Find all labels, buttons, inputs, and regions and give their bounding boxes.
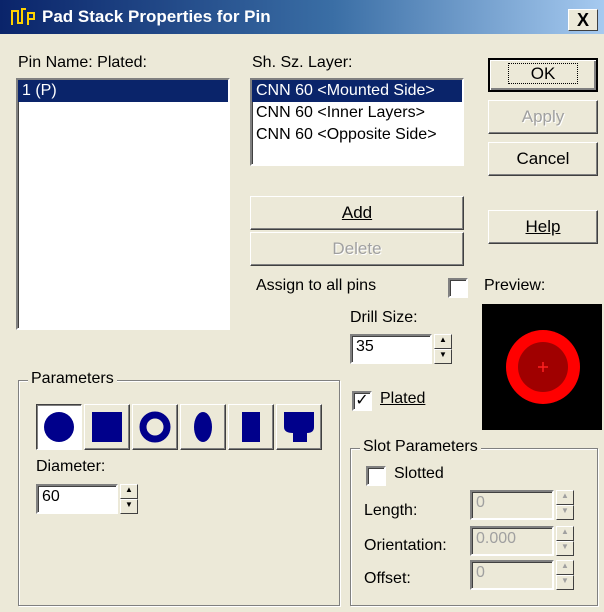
apply-button[interactable]: Apply — [488, 100, 598, 134]
spin-down-icon[interactable]: ▼ — [434, 349, 452, 364]
spin-up-icon[interactable]: ▲ — [556, 526, 574, 541]
parameters-legend: Parameters — [28, 370, 117, 388]
layer-list-header: Sh. Sz. Layer: — [252, 54, 353, 71]
delete-button[interactable]: Delete — [250, 232, 464, 266]
plated-label: Plated — [380, 390, 426, 407]
drill-size-label: Drill Size: — [350, 309, 418, 326]
ok-button[interactable]: OK — [488, 58, 598, 92]
oval-shape-button[interactable] — [180, 404, 226, 450]
square-shape-button[interactable] — [84, 404, 130, 450]
orientation-input[interactable]: 0.000 — [470, 526, 554, 556]
orientation-label: Orientation: — [364, 537, 447, 554]
offset-label: Offset: — [364, 570, 411, 587]
pad-preview-graphic — [506, 330, 580, 404]
rectangle-shape-button[interactable] — [228, 404, 274, 450]
add-label: Add — [341, 203, 373, 222]
plated-checkbox[interactable]: ✓ — [352, 391, 372, 411]
assign-all-checkbox[interactable] — [448, 278, 468, 298]
window-title: Pad Stack Properties for Pin — [42, 7, 271, 26]
spin-down-icon[interactable]: ▼ — [556, 505, 574, 520]
list-item[interactable]: CNN 60 <Opposite Side> — [252, 124, 462, 146]
length-label: Length: — [364, 502, 418, 519]
cancel-button[interactable]: Cancel — [488, 142, 598, 176]
length-spinner[interactable]: ▲ ▼ — [556, 490, 574, 520]
spin-up-icon[interactable]: ▲ — [434, 334, 452, 349]
list-item[interactable]: 1 (P) — [18, 80, 228, 102]
app-icon — [10, 7, 36, 27]
slotted-checkbox[interactable] — [366, 466, 386, 486]
help-label: Help — [525, 217, 561, 236]
ok-label: OK — [507, 63, 579, 84]
slotted-label: Slotted — [394, 465, 444, 482]
drill-size-input[interactable]: 35 — [350, 334, 432, 364]
diameter-label: Diameter: — [36, 458, 106, 475]
add-button[interactable]: Add — [250, 196, 464, 230]
offset-input[interactable]: 0 — [470, 560, 554, 590]
layer-list[interactable]: CNN 60 <Mounted Side> CNN 60 <Inner Laye… — [250, 78, 464, 166]
preview-panel — [482, 304, 602, 430]
pin-list[interactable]: 1 (P) — [16, 78, 230, 330]
length-input[interactable]: 0 — [470, 490, 554, 520]
spin-down-icon[interactable]: ▼ — [556, 575, 574, 590]
spin-down-icon[interactable]: ▼ — [556, 541, 574, 556]
round-shape-button[interactable] — [36, 404, 82, 450]
annulus-shape-button[interactable] — [132, 404, 178, 450]
list-item[interactable]: CNN 60 <Mounted Side> — [252, 80, 462, 102]
assign-all-label: Assign to all pins — [256, 277, 377, 294]
close-button[interactable]: X — [568, 9, 598, 31]
spin-up-icon[interactable]: ▲ — [556, 490, 574, 505]
spin-up-icon[interactable]: ▲ — [120, 484, 138, 499]
spin-up-icon[interactable]: ▲ — [556, 560, 574, 575]
list-item[interactable]: CNN 60 <Inner Layers> — [252, 102, 462, 124]
help-button[interactable]: Help — [488, 210, 598, 244]
pin-list-header: Pin Name: Plated: — [18, 54, 147, 71]
offset-spinner[interactable]: ▲ ▼ — [556, 560, 574, 590]
slot-parameters-legend: Slot Parameters — [360, 438, 481, 456]
orientation-spinner[interactable]: ▲ ▼ — [556, 526, 574, 556]
spin-down-icon[interactable]: ▼ — [120, 499, 138, 514]
drill-size-spinner[interactable]: ▲ ▼ — [434, 334, 452, 364]
custom-shape-button[interactable] — [276, 404, 322, 450]
diameter-input[interactable]: 60 — [36, 484, 118, 514]
preview-label: Preview: — [484, 277, 546, 294]
diameter-spinner[interactable]: ▲ ▼ — [120, 484, 138, 514]
